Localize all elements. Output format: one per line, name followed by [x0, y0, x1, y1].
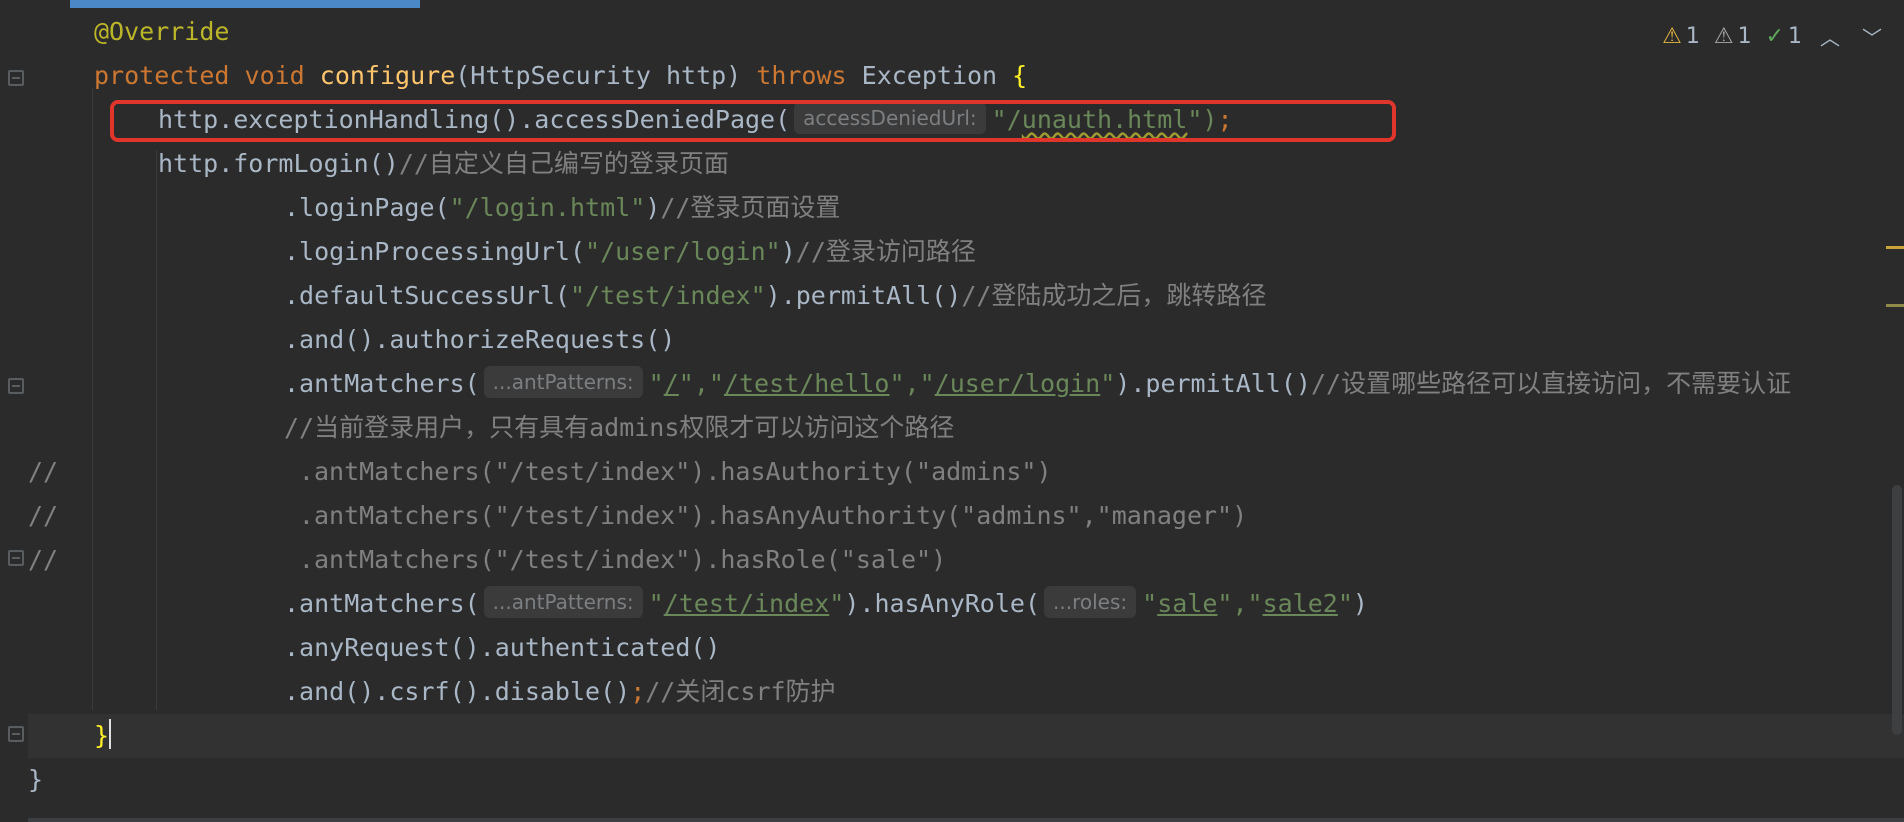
horizontal-scrollbar-track[interactable] — [28, 818, 1904, 822]
text-caret — [109, 719, 112, 749]
code-line[interactable]: } — [28, 714, 1904, 758]
weak-warning-mark[interactable] — [1886, 304, 1904, 307]
vertical-scrollbar[interactable] — [1892, 485, 1902, 735]
fold-icon[interactable] — [8, 378, 24, 394]
code-token: ) — [645, 193, 661, 222]
code-token: " — [1337, 589, 1353, 618]
code-token: ) — [1352, 589, 1368, 618]
fold-icon[interactable] — [8, 70, 24, 86]
parameter-hint: ...antPatterns: — [483, 586, 643, 618]
code-token: ; — [630, 677, 646, 706]
code-token: Exception — [861, 61, 1013, 90]
code-token: .antMatchers("/test/index").hasRole("sal… — [58, 545, 947, 574]
code-token: "," — [1217, 589, 1263, 618]
code-token: " — [648, 369, 664, 398]
code-token: /user/login — [934, 369, 1101, 398]
code-editor[interactable]: @Override protected void configure(HttpSe… — [0, 0, 1904, 822]
code-token: " — [829, 589, 845, 618]
code-token: throws — [756, 61, 862, 90]
code-token: "/test/index" — [569, 281, 766, 310]
code-token: //登录访问路径 — [795, 237, 976, 266]
code-token: .and().authorizeRequests() — [284, 325, 676, 354]
code-token: .loginProcessingUrl( — [284, 237, 586, 266]
code-token: // — [28, 501, 59, 530]
previous-highlight-icon[interactable]: ︿ — [1816, 22, 1844, 51]
code-token: ).permitAll() — [1115, 369, 1311, 398]
red-highlight-annotation — [110, 100, 1396, 142]
code-token: "/login.html" — [449, 193, 646, 222]
code-token: ).permitAll() — [765, 281, 962, 310]
gutter — [0, 0, 28, 822]
code-token: "," — [678, 369, 724, 398]
code-token: http.formLogin() — [158, 149, 399, 178]
code-token: //登录页面设置 — [660, 193, 841, 222]
code-token: / — [663, 369, 679, 398]
typos-counter[interactable]: ✓ 1 — [1766, 24, 1802, 49]
inspection-widget[interactable]: ⚠ 1 ⚠ 1 ✓ 1 ︿ ﹀ — [1662, 18, 1886, 54]
fold-icon[interactable] — [8, 550, 24, 566]
code-token: configure — [319, 61, 456, 90]
warnings-counter[interactable]: ⚠ 1 — [1662, 24, 1700, 49]
code-token: " — [1100, 369, 1116, 398]
code-token: " — [1142, 589, 1158, 618]
weak-warnings-counter[interactable]: ⚠ 1 — [1714, 24, 1752, 49]
code-token: .loginPage( — [284, 193, 450, 222]
code-token: { — [1012, 61, 1028, 90]
warning-icon: ⚠ — [1662, 23, 1682, 49]
code-token: ).hasAnyRole( — [844, 589, 1041, 618]
parameter-hint: ...antPatterns: — [483, 366, 643, 398]
code-token: /test/hello — [723, 369, 890, 398]
typo-check-icon: ✓ — [1765, 23, 1784, 49]
code-token: .antMatchers("/test/index").hasAnyAuthor… — [58, 501, 1248, 530]
code-token: //关闭csrf防护 — [645, 677, 836, 706]
code-token: //设置哪些路径可以直接访问，不需要认证 — [1310, 369, 1792, 398]
code-token: @Override — [94, 17, 230, 46]
code-token: //自定义自己编写的登录页面 — [398, 149, 729, 178]
parameter-hint: ...roles: — [1044, 586, 1137, 618]
code-token: // — [28, 545, 59, 574]
code-token: "," — [889, 369, 935, 398]
code-token: " — [648, 589, 664, 618]
fold-icon[interactable] — [8, 726, 24, 742]
code-token: protected — [94, 61, 245, 90]
weak-warning-icon: ⚠ — [1713, 23, 1734, 49]
active-tab-indicator — [70, 0, 420, 8]
code-token: .antMatchers("/test/index").hasAuthority… — [58, 457, 1052, 486]
code-token: sale — [1157, 589, 1218, 618]
next-highlight-icon[interactable]: ﹀ — [1858, 22, 1886, 51]
code-token: .antMatchers( — [284, 589, 480, 618]
indent-guide — [156, 150, 157, 710]
code-token: .defaultSuccessUrl( — [284, 281, 570, 310]
code-token: } — [28, 765, 44, 794]
code-token: (HttpSecurity http) — [455, 61, 757, 90]
code-token: sale2 — [1262, 589, 1338, 618]
code-token: /test/index — [663, 589, 830, 618]
code-token: "/user/login" — [585, 237, 781, 266]
code-token: .and().csrf().disable() — [284, 677, 631, 706]
indent-guide — [92, 88, 93, 710]
code-token: // — [28, 457, 59, 486]
code-token: } — [94, 721, 110, 750]
code-token: ) — [780, 237, 796, 266]
warning-mark[interactable] — [1886, 246, 1904, 249]
code-token: .anyRequest().authenticated() — [284, 633, 721, 662]
code-token: void — [244, 61, 320, 90]
code-token: .antMatchers( — [284, 369, 480, 398]
code-token: //当前登录用户，只有具有admins权限才可以访问这个路径 — [284, 413, 955, 442]
code-token: //登陆成功之后，跳转路径 — [961, 281, 1267, 310]
